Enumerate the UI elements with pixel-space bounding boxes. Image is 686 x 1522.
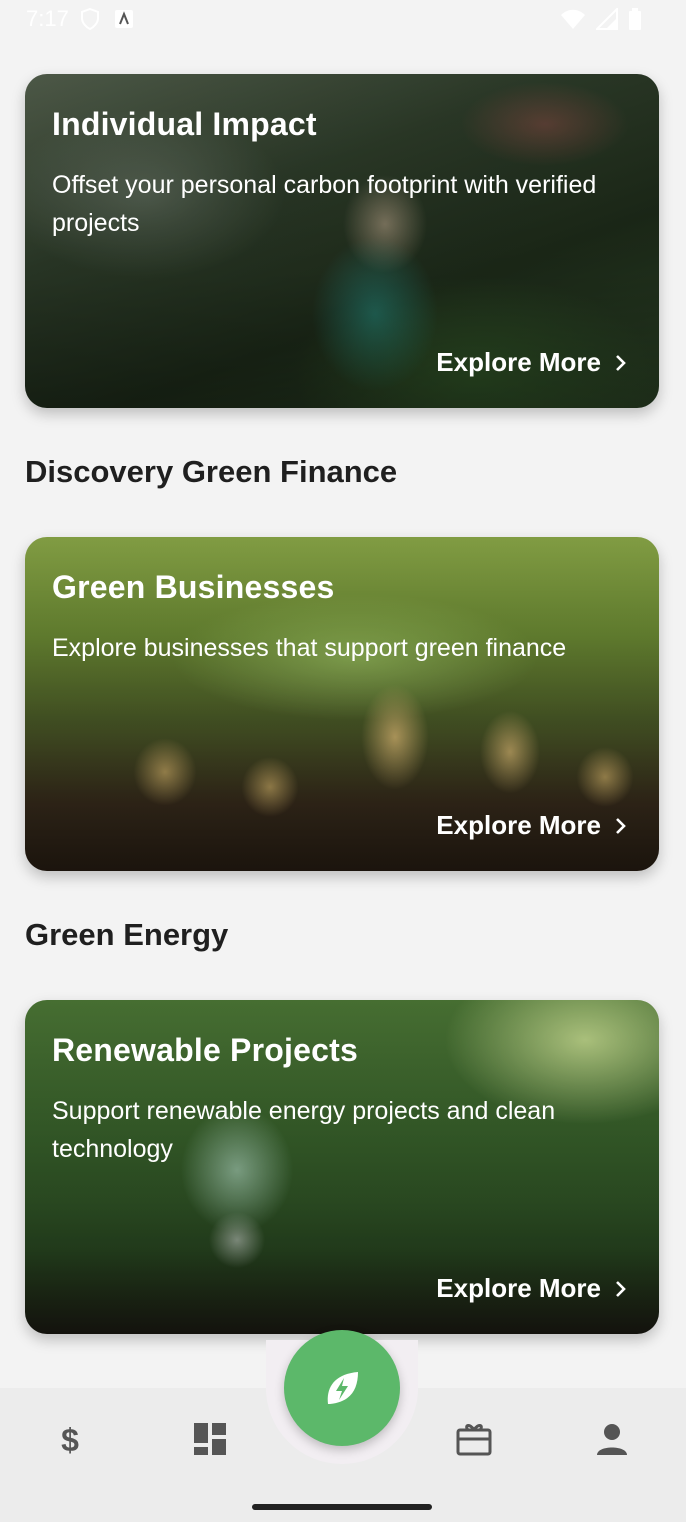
explore-more-label: Explore More — [436, 1273, 601, 1303]
card-title: Individual Impact — [52, 106, 317, 142]
section-title-discovery: Discovery Green Finance — [25, 454, 398, 489]
card-description: Explore businesses that support green fi… — [52, 634, 567, 662]
chevron-right-icon — [616, 817, 626, 834]
status-time: 7:17 — [26, 6, 69, 31]
dollar-icon[interactable]: $ — [52, 1421, 88, 1457]
person-icon[interactable] — [594, 1421, 630, 1457]
card-title: Green Businesses — [52, 569, 335, 605]
home-indicator — [252, 1504, 432, 1510]
wifi-icon — [561, 9, 585, 29]
explore-more-button[interactable]: Explore More — [436, 810, 627, 841]
chevron-right-icon — [616, 1280, 626, 1297]
app-notification-icon — [115, 10, 133, 28]
signal-icon — [596, 8, 618, 30]
explore-more-label: Explore More — [436, 810, 601, 840]
card-description: Support renewable energy projects and cl… — [52, 1097, 556, 1163]
explore-more-button[interactable]: Explore More — [436, 1273, 627, 1304]
chevron-right-icon — [616, 354, 626, 371]
leaf-bolt-fab[interactable] — [284, 1330, 400, 1446]
explore-more-label: Explore More — [436, 347, 601, 377]
card-renewable-projects[interactable]: Renewable Projects Support renewable ene… — [25, 1000, 659, 1334]
svg-text:$: $ — [61, 1422, 79, 1457]
leaf-bolt-icon — [327, 1372, 358, 1404]
card-green-businesses[interactable]: Green Businesses Explore businesses that… — [25, 537, 659, 871]
section-title-energy: Green Energy — [25, 917, 229, 952]
card-individual-impact[interactable]: Individual Impact Offset your personal c… — [25, 74, 659, 408]
status-bar: 7:17 — [0, 0, 686, 38]
gift-card-icon[interactable] — [456, 1421, 492, 1457]
card-title: Renewable Projects — [52, 1032, 358, 1068]
card-description: Offset your personal carbon footprint wi… — [52, 171, 597, 237]
explore-more-button[interactable]: Explore More — [436, 347, 627, 378]
dashboard-icon[interactable] — [192, 1421, 228, 1457]
battery-icon — [629, 8, 641, 30]
shield-icon — [81, 8, 99, 30]
